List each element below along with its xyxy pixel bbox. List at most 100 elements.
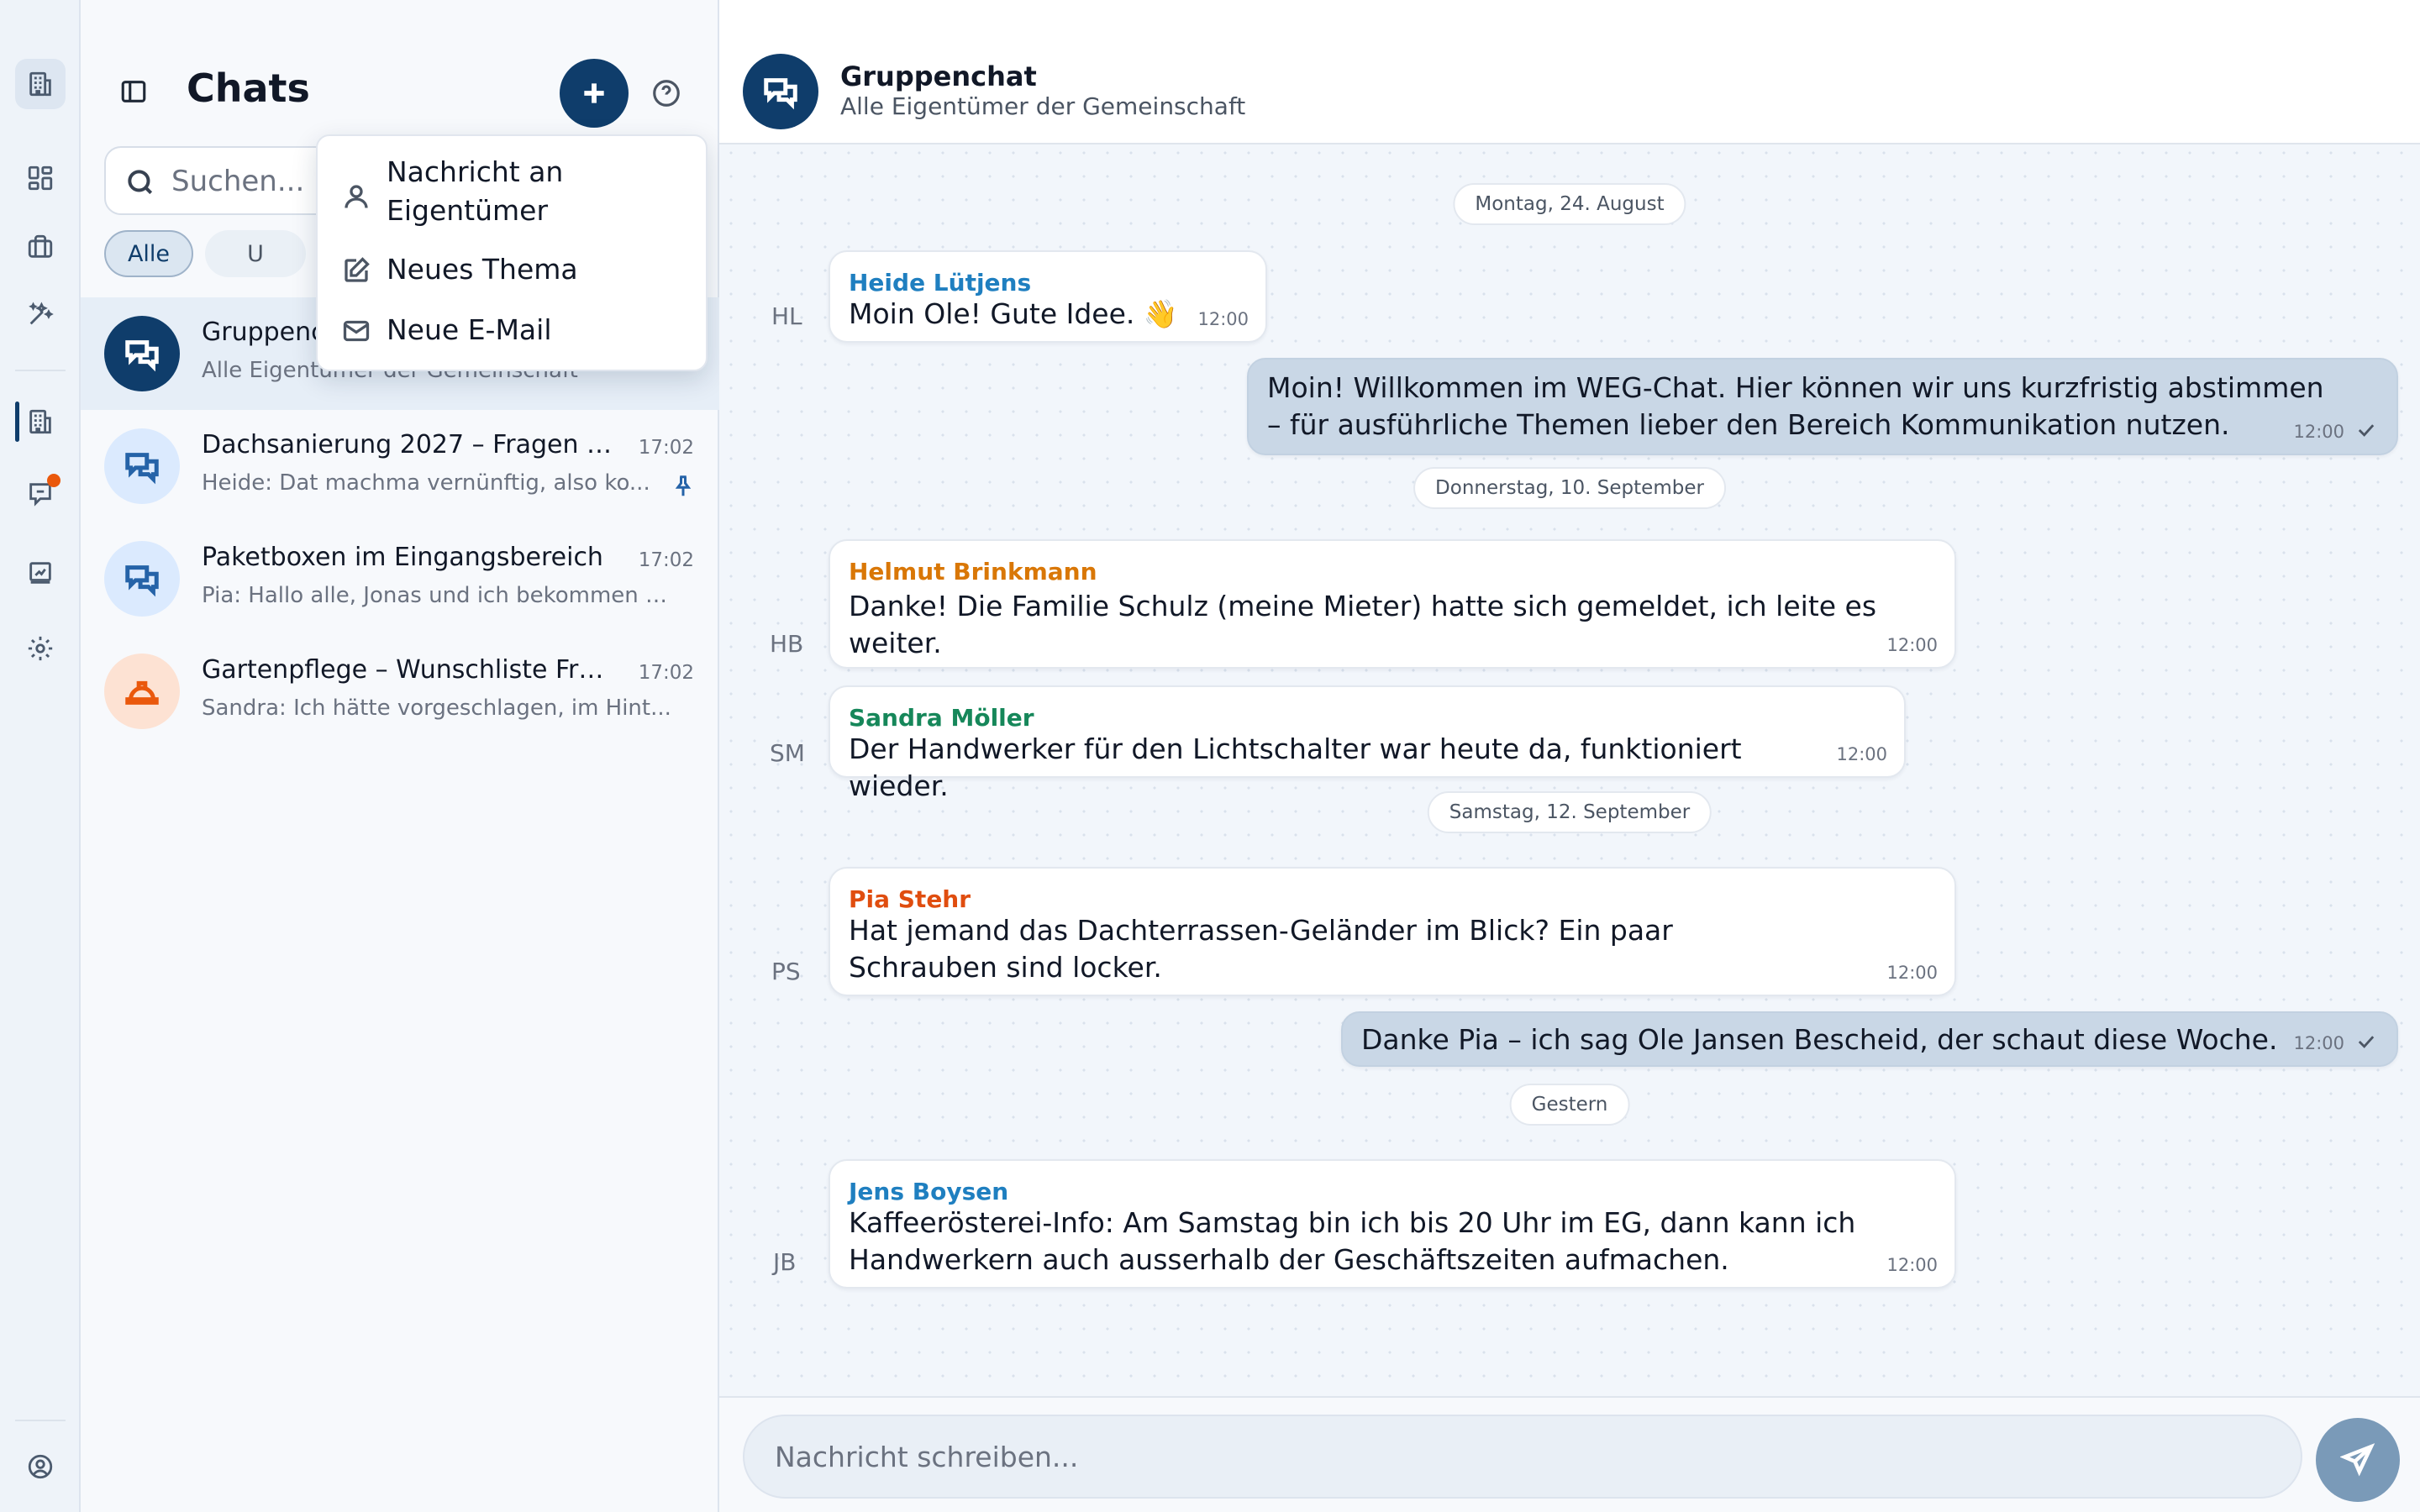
chat-avatar xyxy=(104,654,180,729)
rail-divider xyxy=(15,1420,66,1421)
message-sender: Pia Stehr xyxy=(849,885,971,913)
message-sender: Helmut Brinkmann xyxy=(849,558,1097,585)
user-circle-icon xyxy=(28,1454,53,1479)
send-button[interactable] xyxy=(2316,1418,2400,1502)
briefcase-icon xyxy=(28,234,53,258)
menu-item-label: Neue E-Mail xyxy=(387,313,552,346)
own-message-bubble: Danke Pia – ich sag Ole Jansen Bescheid,… xyxy=(1341,1011,2398,1067)
message-text: Moin Ole! Gute Idee. 👋 xyxy=(849,297,1178,330)
chat-time: 17:02 xyxy=(638,437,694,459)
edit-icon xyxy=(345,257,370,282)
chat-header-subtitle: Alle Eigentümer der Gemeinschaft xyxy=(840,92,1246,120)
date-separator: Gestern xyxy=(1509,1084,1630,1126)
plus-icon xyxy=(584,83,604,103)
send-icon xyxy=(2340,1443,2375,1477)
rail-home-button[interactable] xyxy=(15,59,66,109)
chat-avatar xyxy=(104,428,180,504)
message-bubble: Jens Boysen Kaffeerösterei-Info: Am Sams… xyxy=(829,1159,1956,1289)
message-text: Danke! Die Familie Schulz (meine Mieter)… xyxy=(849,590,1877,659)
sidebar-toggle-icon xyxy=(121,81,146,102)
chat-item-gartenpflege[interactable]: Gartenpflege – Wunschliste Frühjahr 17:0… xyxy=(81,635,719,748)
sender-initials: PS xyxy=(771,958,801,985)
date-separator: Montag, 24. August xyxy=(1453,183,1686,225)
menu-item-label: Nachricht an Eigentümer xyxy=(387,155,564,227)
chat-time: 17:02 xyxy=(638,662,694,684)
rail-profile-button[interactable] xyxy=(15,1441,66,1492)
filter-2[interactable]: U xyxy=(205,230,306,277)
chat-header-title: Gruppenchat xyxy=(840,60,1037,92)
message-bubble: Heide Lütjens Moin Ole! Gute Idee. 👋 12:… xyxy=(829,250,1267,343)
rail-inbox-button[interactable] xyxy=(15,469,66,519)
new-chat-menu: Nachricht an Eigentümer Neues Thema Neue… xyxy=(316,134,708,371)
menu-item-message-owner[interactable]: Nachricht an Eigentümer xyxy=(318,153,709,230)
rail-property-button[interactable] xyxy=(15,396,66,447)
menu-item-new-topic[interactable]: Neues Thema xyxy=(318,250,709,292)
chat-name: Paketboxen im Eingangsbereich xyxy=(202,543,603,572)
filter-all[interactable]: Alle xyxy=(104,230,193,277)
rail-ai-button[interactable] xyxy=(15,289,66,339)
message-input[interactable] xyxy=(743,1415,2302,1499)
rail-dashboard-button[interactable] xyxy=(15,153,66,203)
date-separator: Samstag, 12. September xyxy=(1427,791,1712,833)
chat-icon xyxy=(125,340,159,372)
chart-icon xyxy=(29,562,51,584)
message-text: Hat jemand das Dachterrassen-Geländer im… xyxy=(849,914,1673,984)
check-icon xyxy=(2354,1030,2378,1053)
message-time: 12:00 xyxy=(1886,963,1938,983)
check-icon xyxy=(2354,418,2378,442)
sender-initials: SM xyxy=(770,739,805,767)
message-text: Kaffeerösterei-Info: Am Samstag bin ich … xyxy=(849,1206,1856,1276)
message-time: 12:00 xyxy=(1886,635,1938,655)
menu-item-new-email[interactable]: Neue E-Mail xyxy=(318,311,709,353)
message-bubble: Pia Stehr Hat jemand das Dachterrassen-G… xyxy=(829,867,1956,996)
chat-time: 17:02 xyxy=(638,549,694,571)
chat-name: Gartenpflege – Wunschliste Frühjahr xyxy=(202,655,613,685)
chat-list-title: Chats xyxy=(187,66,310,111)
chat-icon xyxy=(125,565,159,597)
hardhat-icon xyxy=(125,680,159,705)
message-time: 12:00 xyxy=(1886,1255,1938,1275)
chat-main: Gruppenchat Alle Eigentümer der Gemeinsc… xyxy=(719,0,2420,1512)
sender-initials: HB xyxy=(770,630,804,658)
gear-icon xyxy=(28,636,53,661)
chat-preview: Sandra: Ich hätte vorgeschlagen, im Hint… xyxy=(202,696,671,721)
message-text: Moin! Willkommen im WEG-Chat. Hier könne… xyxy=(1267,371,2324,441)
new-chat-button[interactable] xyxy=(560,59,629,128)
message-composer xyxy=(719,1396,2420,1512)
message-time: 12:00 xyxy=(2293,422,2344,442)
dashboard-icon xyxy=(28,165,53,191)
mail-icon xyxy=(343,320,370,342)
chat-icon xyxy=(764,78,797,110)
chat-item-paketboxen[interactable]: Paketboxen im Eingangsbereich 17:02 Pia:… xyxy=(81,522,719,635)
notification-dot xyxy=(47,474,60,487)
message-bubble: Helmut Brinkmann Danke! Die Familie Schu… xyxy=(829,539,1956,669)
chat-avatar xyxy=(104,541,180,617)
search-icon xyxy=(128,170,153,195)
rail-reports-button[interactable] xyxy=(15,548,66,598)
date-separator: Donnerstag, 10. September xyxy=(1413,467,1726,509)
chat-preview: Pia: Hallo alle, Jonas und ich bekommen … xyxy=(202,583,672,608)
message-text: Danke Pia – ich sag Ole Jansen Bescheid,… xyxy=(1361,1023,2278,1056)
message-bubble: Sandra Möller Der Handwerker für den Lic… xyxy=(829,685,1906,802)
chat-item-dachsanierung[interactable]: Dachsanierung 2027 – Fragen an die Verwa… xyxy=(81,410,719,522)
pin-icon xyxy=(671,474,696,499)
chat-header-avatar xyxy=(743,54,818,129)
sidebar-toggle-button[interactable] xyxy=(119,77,148,106)
chat-icon xyxy=(125,453,159,485)
sender-initials: JB xyxy=(773,1248,797,1276)
message-time: 12:00 xyxy=(1197,309,1249,329)
chat-header: Gruppenchat Alle Eigentümer der Gemeinsc… xyxy=(719,0,2420,144)
chat-preview: Heide: Dat machma vernünftig, also ko... xyxy=(202,470,650,496)
help-button[interactable] xyxy=(650,77,682,109)
message-time: 12:00 xyxy=(2293,1033,2344,1053)
own-message-bubble: Moin! Willkommen im WEG-Chat. Hier könne… xyxy=(1247,358,2398,455)
building-icon xyxy=(29,71,51,97)
rail-settings-button[interactable] xyxy=(15,623,66,674)
message-sender: Sandra Möller xyxy=(849,704,1034,732)
chat-list-panel: Chats Alle U ionen Gruppenchat Alle Eige… xyxy=(81,0,719,1512)
app-rail xyxy=(0,0,81,1512)
sparkles-icon xyxy=(29,302,54,325)
message-time: 12:00 xyxy=(1836,744,1887,764)
rail-divider xyxy=(15,370,66,371)
rail-briefcase-button[interactable] xyxy=(15,222,66,272)
